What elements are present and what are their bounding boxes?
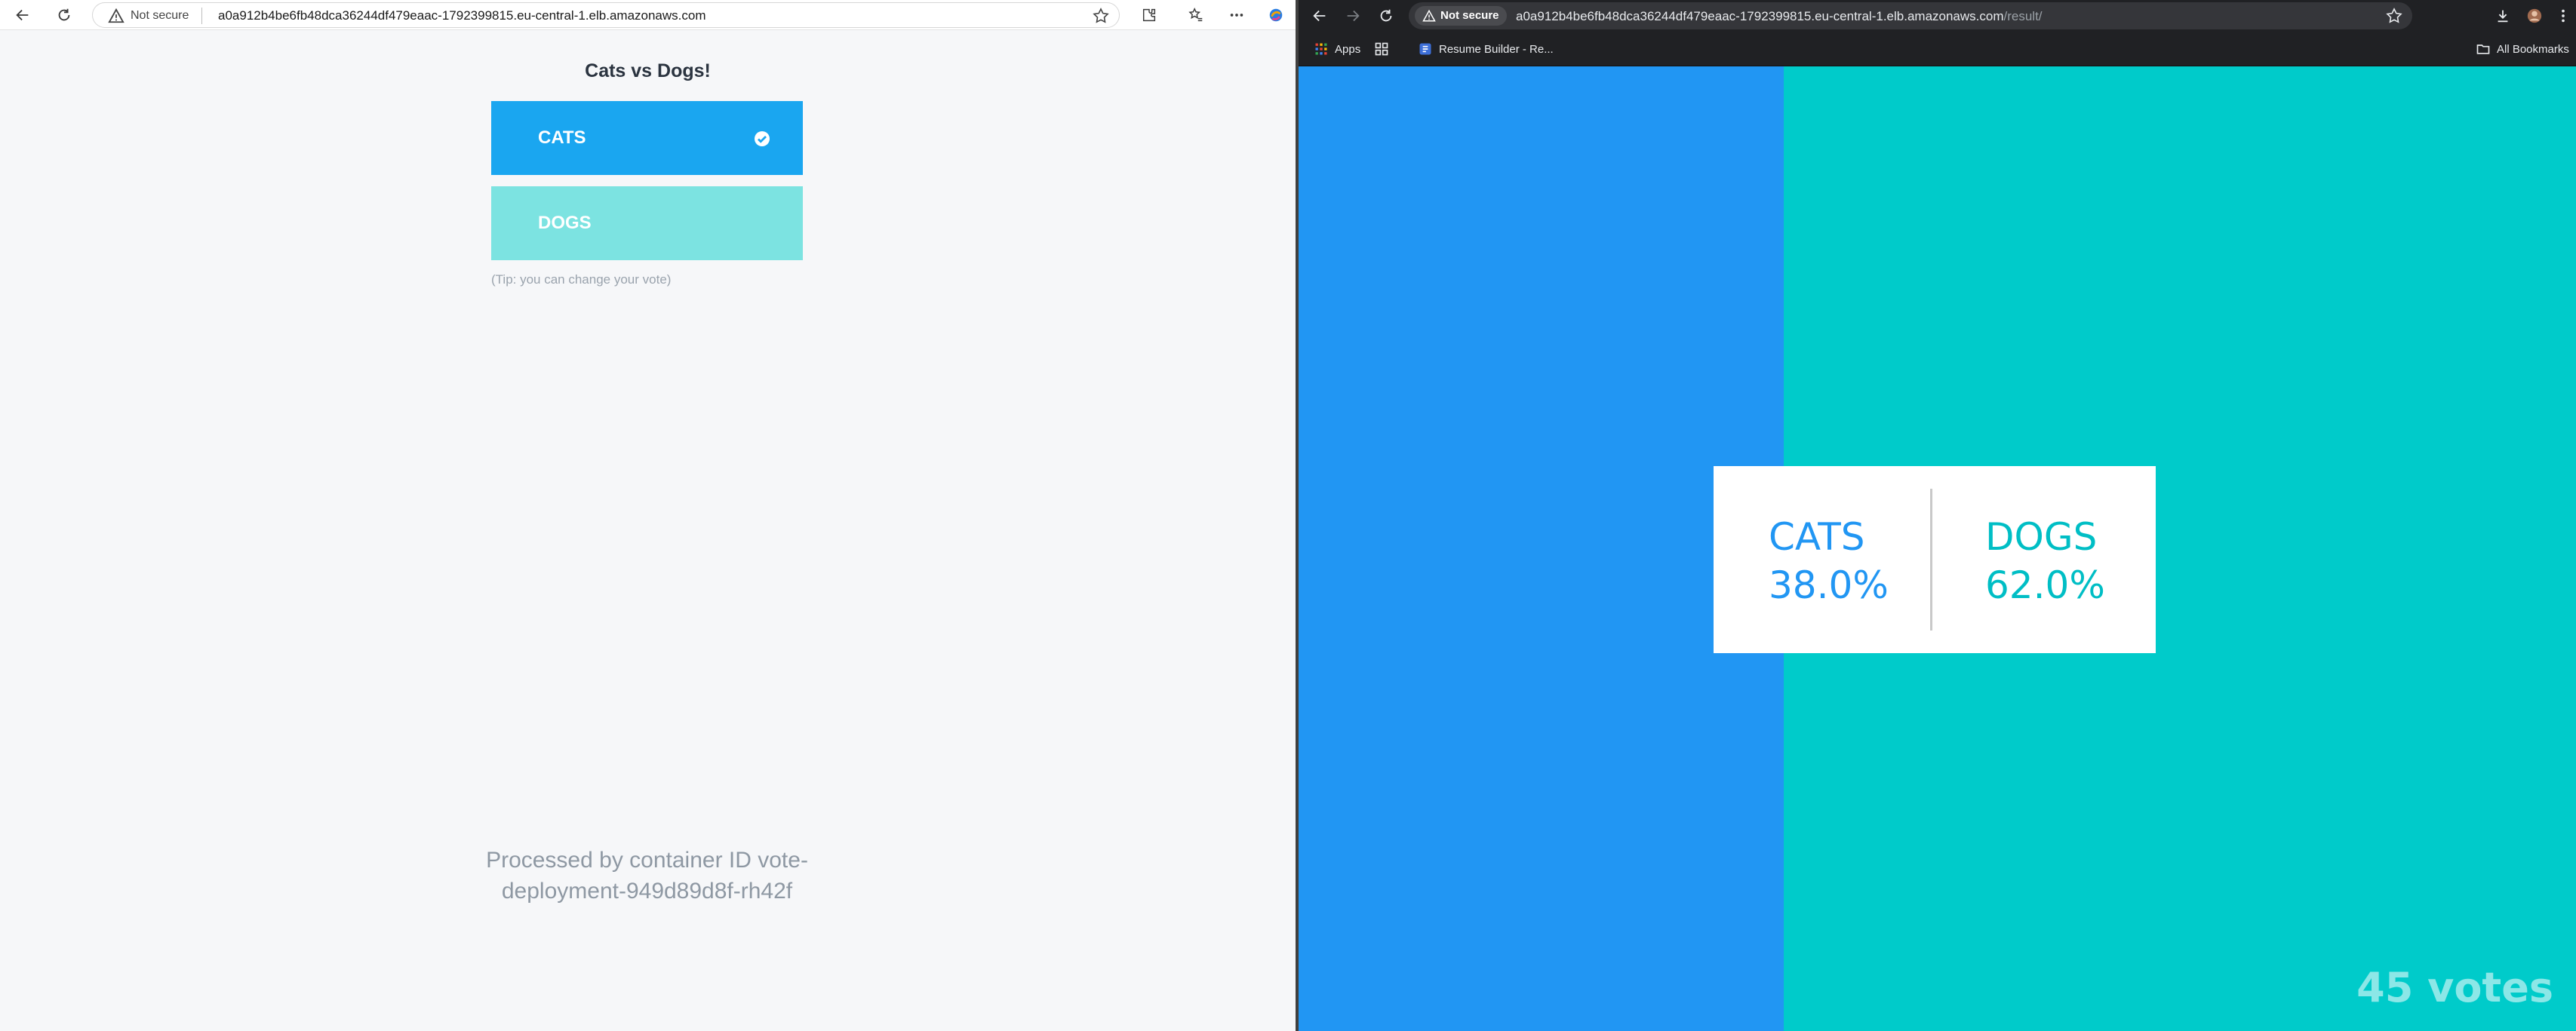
check-circle-icon [755, 131, 770, 146]
favorite-star-icon[interactable] [1092, 7, 1110, 25]
address-separator [201, 8, 202, 24]
favorites-button[interactable] [1183, 3, 1209, 27]
url-host: a0a912b4be6fb48dca36244df479eaac-1792399… [1516, 9, 2004, 23]
vote-dogs-button[interactable]: DOGS [491, 186, 803, 260]
bookmark-all-bookmarks[interactable]: All Bookmarks [2476, 40, 2569, 58]
security-label: Not secure [131, 9, 189, 22]
forward-button[interactable] [1342, 5, 1363, 26]
warning-icon [108, 8, 124, 23]
cats-share-area [1299, 66, 1784, 1031]
address-bar[interactable]: Not secure a0a912b4be6fb48dca36244df479e… [1409, 2, 2412, 29]
folder-icon [2476, 44, 2490, 54]
bookmark-apps-label: Apps [1335, 42, 1361, 56]
warning-icon [1422, 9, 1436, 22]
bookmark-resume-label: Resume Builder - Re... [1439, 42, 1554, 56]
downloads-button[interactable] [2492, 5, 2513, 26]
back-button[interactable] [10, 3, 35, 27]
result-page: CATS 38.0% DOGS 62.0% 45 votes [1299, 66, 2576, 1031]
dogs-result: DOGS 62.0% [1985, 513, 2105, 609]
vote-cats-label: CATS [538, 127, 586, 148]
vote-browser-window: Not secure a0a912b4be6fb48dca36244df479e… [0, 0, 1296, 1031]
page-title: Cats vs Dogs! [585, 60, 711, 81]
vote-tip: (Tip: you can change your vote) [491, 272, 672, 287]
reload-button[interactable] [51, 3, 77, 27]
url-path: /result/ [2003, 9, 2043, 23]
result-divider [1930, 489, 1932, 631]
reload-button[interactable] [1376, 5, 1397, 26]
copilot-button[interactable] [1263, 3, 1289, 27]
security-label: Not secure [1440, 9, 1499, 22]
vote-count: 45 votes [2356, 964, 2553, 1011]
resume-builder-favicon [1419, 43, 1431, 55]
security-chip[interactable]: Not secure [1415, 6, 1507, 26]
reload-icon [1380, 9, 1392, 22]
favorites-list-icon [1188, 7, 1203, 22]
extensions-button[interactable] [1136, 3, 1162, 27]
result-browser-toolbar: Not secure a0a912b4be6fb48dca36244df479e… [1299, 0, 2576, 32]
vote-dogs-label: DOGS [538, 213, 592, 233]
back-button[interactable] [1309, 5, 1330, 26]
cats-result-percent: 38.0% [1769, 563, 1889, 607]
download-icon [2498, 10, 2508, 23]
reload-icon [58, 8, 70, 21]
profile-button[interactable] [2524, 5, 2545, 26]
container-id-info: Processed by container ID vote-deploymen… [486, 848, 808, 904]
result-browser-window: Not secure a0a912b4be6fb48dca36244df479e… [1299, 0, 2576, 1031]
back-arrow-icon [16, 9, 29, 21]
bookmark-all-label: All Bookmarks [2497, 42, 2569, 56]
url-text: a0a912b4be6fb48dca36244df479eaac-1792399… [1516, 9, 2043, 24]
grid-shortcut-icon [1375, 42, 1388, 56]
result-summary-box: CATS 38.0% DOGS 62.0% [1714, 466, 2156, 653]
cats-result-label: CATS [1769, 515, 1865, 559]
apps-grid-icon [1315, 43, 1327, 55]
kebab-menu-icon [2562, 9, 2565, 23]
more-dots-icon [1230, 14, 1243, 17]
puzzle-icon [1142, 8, 1156, 22]
copilot-icon [1269, 8, 1283, 22]
cats-result: CATS 38.0% [1769, 513, 1889, 609]
vote-cats-button[interactable]: CATS [491, 101, 803, 175]
profile-avatar-icon [2527, 8, 2542, 23]
bookmark-resume-builder[interactable]: Resume Builder - Re... [1418, 40, 1554, 58]
dogs-result-percent: 62.0% [1985, 563, 2105, 607]
dogs-result-label: DOGS [1985, 515, 2098, 559]
back-arrow-icon [1313, 10, 1326, 22]
url-text: a0a912b4be6fb48dca36244df479eaac-1792399… [218, 8, 706, 23]
bookmark-grid-shortcut[interactable] [1374, 40, 1395, 58]
forward-arrow-icon [1347, 10, 1360, 22]
vote-page: Cats vs Dogs! CATS DOGS (Tip: you can ch… [0, 30, 1296, 1031]
vote-browser-toolbar: Not secure a0a912b4be6fb48dca36244df479e… [0, 0, 1296, 30]
bookmark-star-icon[interactable] [2385, 7, 2403, 25]
chrome-menu-button[interactable] [2553, 5, 2574, 26]
more-menu-button[interactable] [1224, 3, 1250, 27]
bookmark-apps[interactable]: Apps [1314, 40, 1360, 58]
address-bar[interactable]: Not secure a0a912b4be6fb48dca36244df479e… [92, 2, 1120, 28]
bookmarks-bar: Apps Resume Builder - Re... All Bookmark… [1299, 32, 2576, 66]
